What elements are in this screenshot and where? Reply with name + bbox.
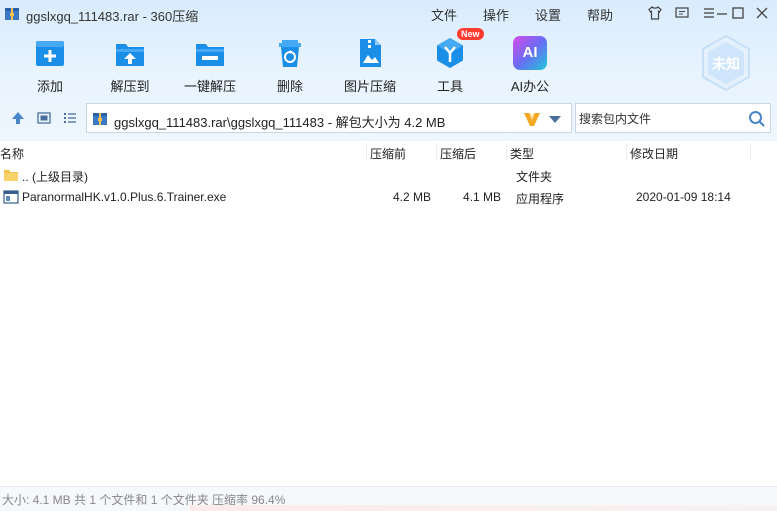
- one-click-extract-label: 一键解压: [183, 79, 236, 94]
- ai-office-label: AI办公: [510, 79, 550, 94]
- one-click-extract-button[interactable]: 一键解压: [175, 36, 245, 96]
- delete-label: 删除: [276, 79, 303, 94]
- file-type: 应用程序: [516, 192, 565, 206]
- account-badge[interactable]: 未知: [700, 34, 752, 92]
- column-packed-before[interactable]: 压缩前: [370, 145, 406, 162]
- extract-to-label: 解压到: [110, 79, 150, 94]
- add-button[interactable]: 添加: [15, 36, 85, 96]
- close-button[interactable]: [752, 3, 772, 23]
- menu-settings[interactable]: 设置: [535, 5, 561, 24]
- column-modified[interactable]: 修改日期: [630, 145, 678, 162]
- tools-label: 工具: [436, 79, 463, 94]
- file-size-before: 4.2 MB: [393, 190, 432, 204]
- file-size-after: 4.1 MB: [463, 190, 502, 204]
- list-view-icon[interactable]: [62, 110, 78, 126]
- menu-file[interactable]: 文件: [431, 5, 457, 24]
- close-icon: [756, 7, 768, 19]
- ai-office-button[interactable]: AI AI办公: [495, 36, 565, 96]
- title-bar: ggslxgq_111483.rar - 360压缩 文件 操作 设置 帮助: [0, 0, 777, 26]
- add-label: 添加: [36, 79, 63, 94]
- list-item-exe[interactable]: ParanormalHK.v1.0.Plus.6.Trainer.exe 4.2…: [0, 186, 777, 208]
- list-header: 名称 压缩前 压缩后 类型 修改日期: [0, 141, 777, 163]
- address-dropdown-icon[interactable]: [549, 116, 561, 123]
- file-type: 文件夹: [516, 170, 553, 184]
- thumbnail-view-icon[interactable]: [36, 110, 52, 126]
- column-separator[interactable]: [366, 143, 367, 161]
- column-type[interactable]: 类型: [510, 145, 534, 162]
- new-badge: New: [457, 28, 484, 40]
- maximize-button[interactable]: [728, 3, 748, 23]
- exe-file-icon: [3, 190, 19, 204]
- address-path: ggslxgq_111483.rar\ggslxgq_111483 - 解包大小…: [114, 115, 446, 130]
- delete-button[interactable]: 删除: [255, 36, 325, 96]
- bottom-strip: [190, 505, 777, 511]
- column-separator[interactable]: [506, 143, 507, 161]
- app-logo-icon: [5, 8, 19, 20]
- address-bar[interactable]: ggslxgq_111483.rar\ggslxgq_111483 - 解包大小…: [86, 103, 572, 133]
- search-box[interactable]: [575, 103, 771, 133]
- column-separator[interactable]: [436, 143, 437, 161]
- list-item-parent-folder[interactable]: .. (上级目录) 文件夹: [0, 164, 777, 186]
- tools-button[interactable]: New 工具: [415, 28, 485, 96]
- file-modified: 2020-01-09 18:14: [636, 190, 731, 204]
- menu-operate[interactable]: 操作: [483, 5, 509, 24]
- ai-icon: AI: [513, 36, 547, 70]
- tools-icon: [437, 38, 463, 68]
- image-compress-label: 图片压缩: [343, 79, 396, 94]
- shirt-icon: [648, 6, 662, 20]
- column-packed-after[interactable]: 压缩后: [440, 145, 476, 162]
- status-bar: 大小: 4.1 MB 共 1 个文件和 1 个文件夹 压缩率 96.4%: [0, 486, 777, 511]
- verified-v-icon[interactable]: [523, 110, 541, 128]
- skin-button[interactable]: [645, 3, 665, 23]
- recycle-bin-icon: [279, 40, 301, 67]
- top-area: ggslxgq_111483.rar - 360压缩 文件 操作 设置 帮助 添…: [0, 0, 777, 141]
- menu-help[interactable]: 帮助: [587, 5, 613, 24]
- image-compress-icon: [360, 39, 381, 67]
- maximize-icon: [732, 7, 744, 19]
- archive-icon: [93, 113, 107, 125]
- folder-icon: [4, 170, 18, 181]
- file-name: ParanormalHK.v1.0.Plus.6.Trainer.exe: [22, 190, 227, 204]
- add-icon: [36, 41, 64, 66]
- ai-icon-text: AI: [522, 44, 538, 61]
- feedback-button[interactable]: [672, 3, 692, 23]
- search-input[interactable]: [579, 110, 739, 128]
- image-compress-button[interactable]: 图片压缩: [335, 36, 405, 96]
- one-click-extract-icon: [196, 44, 224, 66]
- window-title: ggslxgq_111483.rar - 360压缩: [26, 9, 199, 24]
- search-icon[interactable]: [748, 110, 766, 128]
- column-separator[interactable]: [626, 143, 627, 161]
- column-separator[interactable]: [750, 143, 751, 161]
- account-badge-text: 未知: [712, 56, 740, 72]
- extract-to-icon: [116, 44, 144, 66]
- message-icon: [675, 7, 689, 18]
- extract-to-button[interactable]: 解压到: [95, 36, 165, 96]
- column-name[interactable]: 名称: [0, 145, 24, 162]
- file-name: .. (上级目录): [22, 170, 88, 184]
- up-arrow-icon[interactable]: [10, 110, 26, 126]
